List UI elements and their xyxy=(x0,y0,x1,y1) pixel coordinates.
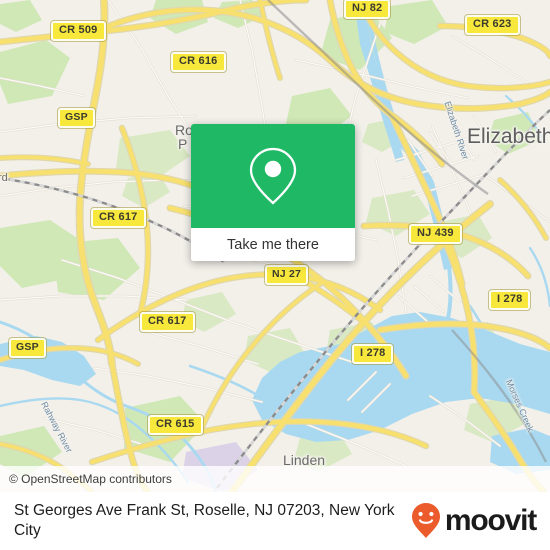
take-me-there-label: Take me there xyxy=(227,236,319,253)
take-me-there-button[interactable]: Take me there xyxy=(191,228,355,261)
road-shield-gsp-north: GSP xyxy=(58,108,95,128)
map-attribution-bar: © OpenStreetMap contributors xyxy=(0,466,550,492)
address-text: St Georges Ave Frank St, Roselle, NJ 072… xyxy=(14,502,395,539)
map-pin-icon xyxy=(249,147,297,205)
road-shield-nj439: NJ 439 xyxy=(409,224,462,244)
place-label-roselle-park-line2: P xyxy=(178,136,188,152)
moovit-wordmark: moovit xyxy=(444,504,537,537)
road-shield-cr623: CR 623 xyxy=(465,15,520,35)
road-shield-cr617-south: CR 617 xyxy=(140,312,195,332)
road-shield-gsp-south: GSP xyxy=(9,338,46,358)
moovit-pin-smiley-icon xyxy=(411,503,440,538)
map-canvas[interactable]: .rdC{fill:none;stroke:#e0d7ad;stroke-lin… xyxy=(0,0,550,492)
road-shield-nj82: NJ 82 xyxy=(344,0,391,19)
place-label-edge-rd: rd xyxy=(0,172,8,184)
road-shield-cr616: CR 616 xyxy=(171,52,226,72)
location-popup-card[interactable]: Take me there xyxy=(191,124,355,261)
moovit-brand: moovit xyxy=(411,502,537,540)
footer-bar: St Georges Ave Frank St, Roselle, NJ 072… xyxy=(0,492,550,550)
road-shield-i278-east: I 278 xyxy=(489,290,531,310)
road-shield-cr617-north: CR 617 xyxy=(91,208,146,228)
road-shield-cr615: CR 615 xyxy=(148,415,203,435)
road-shield-i278-south: I 278 xyxy=(352,344,394,364)
place-label-elizabeth: Elizabeth xyxy=(467,125,550,148)
map-screenshot: .rdC{fill:none;stroke:#e0d7ad;stroke-lin… xyxy=(0,0,550,550)
road-shield-nj27: NJ 27 xyxy=(265,265,309,285)
osm-attribution-text: © OpenStreetMap contributors xyxy=(9,472,172,486)
road-shield-cr509: CR 509 xyxy=(51,21,106,41)
popup-pin-area xyxy=(191,124,355,228)
